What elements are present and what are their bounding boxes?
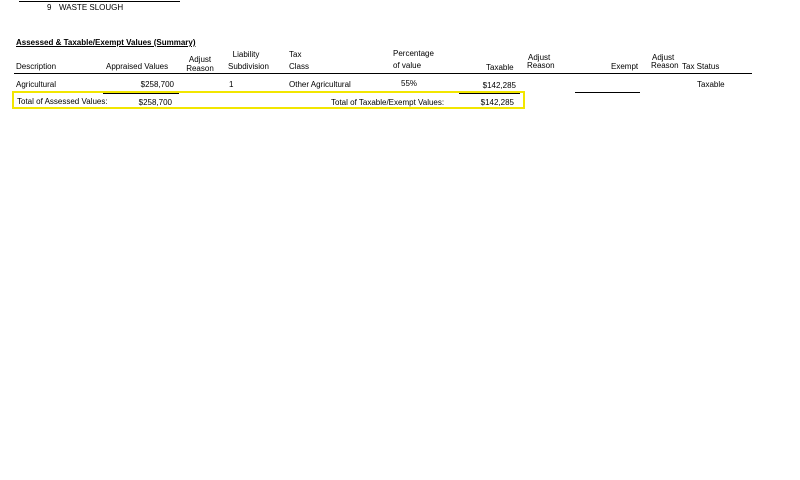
total-taxable-exempt-label: Total of Taxable/Exempt Values: — [331, 98, 445, 107]
header-exempt: Exempt — [611, 62, 639, 71]
row-percentage: 55% — [401, 79, 418, 88]
total-assessed-value: $258,700 — [138, 98, 172, 107]
header-tax-class-line1: Tax — [289, 50, 302, 59]
header-adjust-reason-2-line2: Reason — [527, 61, 555, 70]
row-taxable: $142,285 — [482, 81, 516, 90]
total-assessed-label: Total of Assessed Values: — [17, 97, 108, 106]
row-tax-status: Taxable — [697, 80, 725, 89]
header-adjust-reason-3-line2: Reason — [651, 61, 679, 70]
total-taxable-value: $142,285 — [480, 98, 514, 107]
top-divider — [19, 1, 180, 2]
header-tax-status: Tax Status — [682, 62, 720, 71]
header-appraised-values: Appraised Values — [106, 62, 169, 71]
row-description: Agricultural — [16, 80, 57, 89]
header-adjust-reason-1-line2: Reason — [186, 64, 214, 73]
row-tax-class: Other Agricultural — [289, 80, 351, 89]
top-row-label: WASTE SLOUGH — [59, 3, 124, 12]
row-liability-subdivision: 1 — [229, 80, 234, 89]
top-row-number: 9 — [47, 3, 52, 12]
header-taxable: Taxable — [486, 63, 514, 72]
header-percentage-line1: Percentage — [393, 49, 434, 58]
header-liability-line2: Subdivision — [228, 62, 269, 71]
header-liability-line1: Liability — [232, 50, 260, 59]
header-description: Description — [16, 62, 57, 71]
header-rule — [14, 73, 752, 74]
row-appraised-value: $258,700 — [140, 80, 174, 89]
header-tax-class-line2: Class — [289, 62, 310, 71]
summary-title: Assessed & Taxable/Exempt Values (Summar… — [16, 38, 196, 47]
header-adjust-reason-1-line1: Adjust — [188, 55, 212, 64]
header-percentage-line2: of value — [393, 61, 422, 70]
exempt-total-rule — [575, 92, 640, 93]
